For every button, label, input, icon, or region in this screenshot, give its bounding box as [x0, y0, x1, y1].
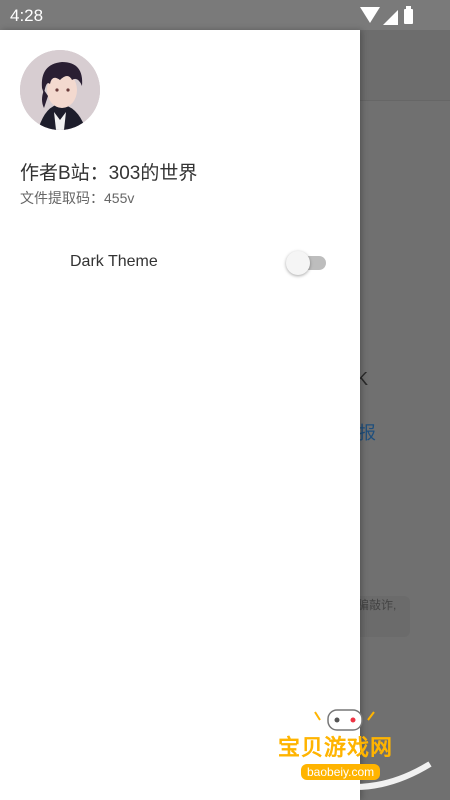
navigation-drawer: 作者B站：303的世界 文件提取码：455v Dark Theme	[0, 30, 360, 800]
toggle-thumb	[286, 251, 310, 275]
status-icons	[360, 6, 416, 25]
background-app-bar	[360, 30, 450, 101]
avatar-illustration	[20, 50, 100, 130]
status-bar: 4:28	[0, 0, 450, 30]
wifi-icon	[360, 7, 380, 23]
dark-theme-label: Dark Theme	[70, 253, 158, 270]
status-time: 4:28	[10, 6, 44, 25]
watermark-url: baobeiy.com	[301, 764, 381, 780]
moon-icon	[22, 249, 46, 273]
signal-icon	[383, 10, 398, 25]
watermark-name: 宝贝游戏网	[278, 735, 394, 760]
dark-theme-toggle[interactable]	[286, 251, 326, 275]
dark-theme-row[interactable]: Dark Theme	[0, 240, 360, 284]
watermark-logo: 宝贝游戏网 baobeiy.com	[270, 700, 440, 795]
file-extract-code: 文件提取码：455v	[20, 190, 135, 206]
battery-icon	[404, 6, 413, 24]
background-link: 报	[358, 423, 376, 443]
author-name: 作者B站：303的世界	[20, 163, 198, 184]
author-avatar	[20, 50, 100, 130]
